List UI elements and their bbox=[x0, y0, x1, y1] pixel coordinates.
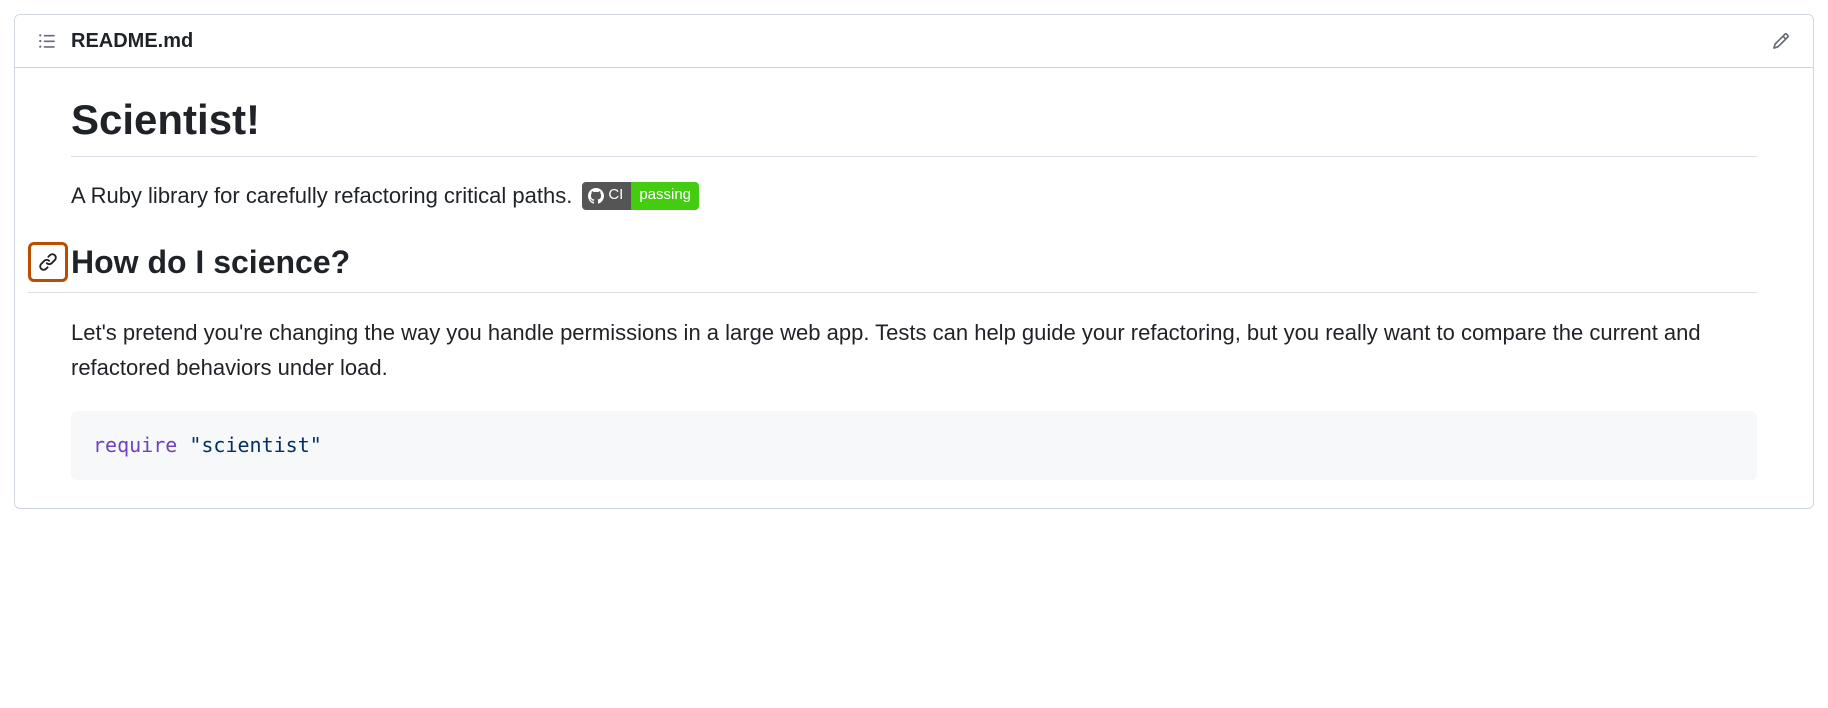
filename-label[interactable]: README.md bbox=[71, 30, 193, 53]
readme-container: README.md Scientist! A Ruby library for … bbox=[14, 14, 1814, 509]
code-string: "scientist" bbox=[189, 433, 321, 457]
description-line: A Ruby library for carefully refactoring… bbox=[71, 179, 1757, 212]
toc-button[interactable] bbox=[31, 25, 63, 57]
heading-row: How do I science? bbox=[28, 242, 1757, 293]
badge-right-text: passing bbox=[639, 184, 691, 207]
badge-left: CI bbox=[582, 182, 631, 210]
badge-right: passing bbox=[631, 182, 699, 210]
section-heading: How do I science? bbox=[71, 244, 350, 281]
link-icon bbox=[38, 252, 58, 272]
description-text: A Ruby library for carefully refactoring… bbox=[71, 179, 572, 212]
code-keyword: require bbox=[93, 433, 177, 457]
badge-left-text: CI bbox=[608, 184, 623, 207]
edit-button[interactable] bbox=[1765, 25, 1797, 57]
readme-body: Scientist! A Ruby library for carefully … bbox=[15, 68, 1813, 508]
list-icon bbox=[38, 32, 56, 50]
section-paragraph: Let's pretend you're changing the way yo… bbox=[71, 315, 1757, 385]
ci-badge[interactable]: CI passing bbox=[582, 182, 699, 210]
heading-anchor-link[interactable] bbox=[28, 242, 68, 282]
code-block[interactable]: require "scientist" bbox=[71, 411, 1757, 480]
github-icon bbox=[588, 188, 604, 204]
page-title: Scientist! bbox=[71, 96, 1757, 157]
readme-header: README.md bbox=[15, 15, 1813, 68]
pencil-icon bbox=[1772, 32, 1790, 50]
